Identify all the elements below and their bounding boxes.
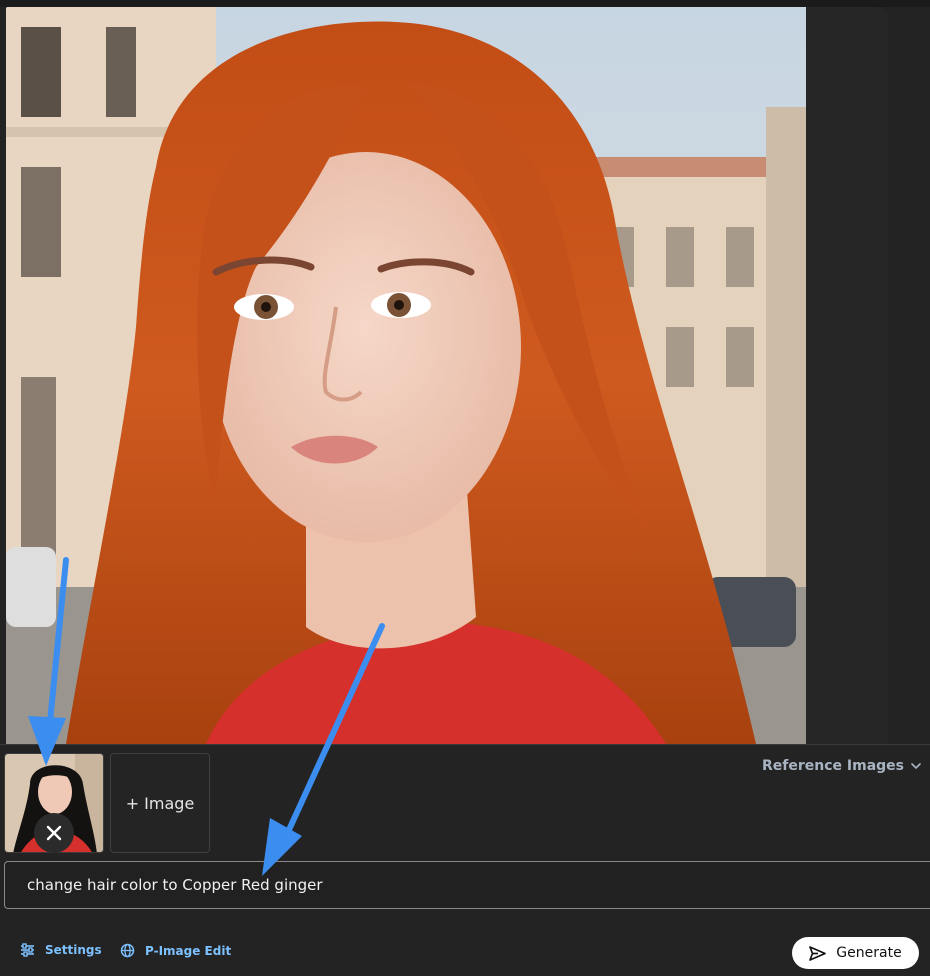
model-select-button[interactable]: P-Image Edit — [120, 943, 231, 958]
remove-reference-button[interactable] — [34, 813, 74, 853]
prompt-field-wrapper — [4, 861, 930, 909]
generate-button[interactable]: Generate — [792, 937, 919, 969]
prompt-input[interactable] — [25, 875, 923, 895]
generated-image[interactable] — [6, 7, 806, 744]
globe-icon — [120, 943, 135, 958]
chevron-down-icon — [911, 763, 921, 770]
sliders-icon — [21, 943, 34, 957]
close-icon — [46, 825, 62, 841]
portrait-illustration — [6, 7, 806, 744]
bottom-toolbar: Settings P-Image Edit Generate — [0, 935, 930, 971]
image-divider — [0, 744, 930, 745]
settings-label: Settings — [45, 943, 102, 957]
right-side-panel — [806, 7, 888, 744]
reference-images-toggle[interactable]: Reference Images — [762, 758, 922, 774]
model-label: P-Image Edit — [145, 943, 232, 958]
send-icon — [809, 945, 827, 961]
image-editor-app: + Image Reference Images Settings — [0, 0, 930, 976]
settings-button[interactable]: Settings — [20, 943, 102, 957]
reference-images-label: Reference Images — [762, 758, 904, 774]
top-strip — [0, 0, 930, 7]
add-image-button[interactable]: + Image — [110, 753, 210, 853]
generate-label: Generate — [836, 945, 902, 961]
